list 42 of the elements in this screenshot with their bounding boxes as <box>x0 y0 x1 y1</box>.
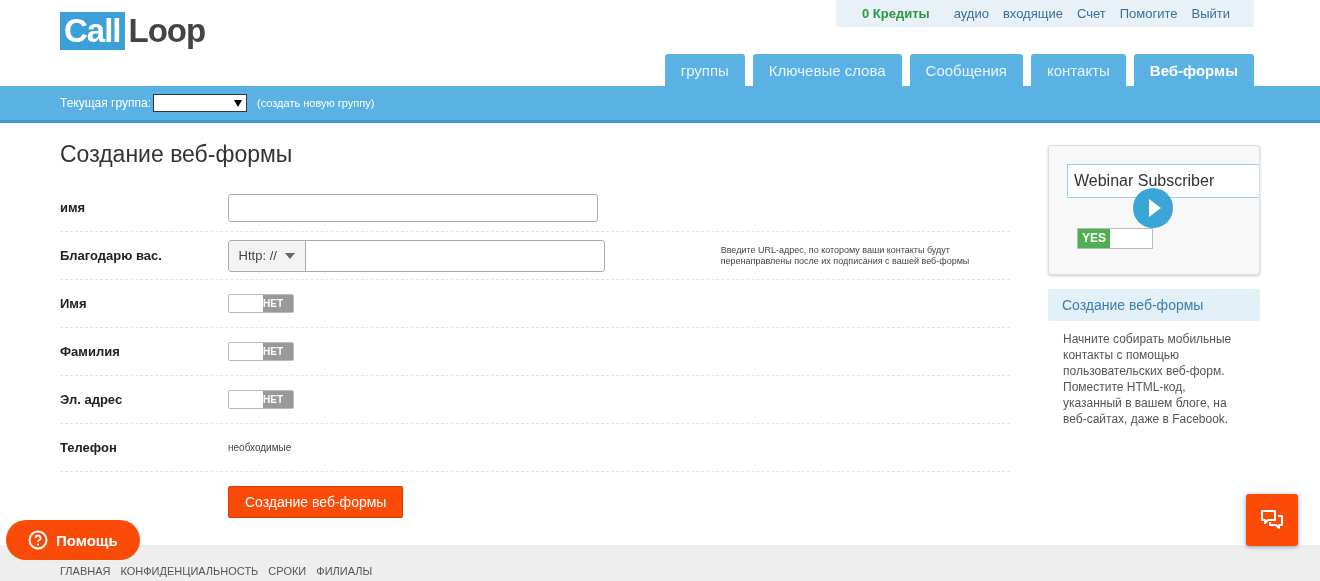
footer-link[interactable]: ГЛАВНАЯ <box>60 565 111 581</box>
create-form-button[interactable]: Создание веб-формы <box>228 486 404 518</box>
field-label: имя <box>60 200 87 215</box>
caret-icon <box>234 99 242 107</box>
account-link[interactable]: аудио <box>953 6 989 21</box>
nav-tab[interactable]: Веб-формы <box>1133 54 1254 86</box>
play-icon[interactable] <box>1133 188 1173 228</box>
sidebar-heading: Создание веб-формы <box>1048 289 1260 321</box>
help-button[interactable]: Помощь <box>6 520 140 560</box>
field-hint: Введите URL-адрес, по которому ваши контакты будут перенаправлены после их подписания с вашей веб-формы <box>720 244 971 267</box>
sample-toggle: YES <box>1077 228 1153 249</box>
account-link[interactable]: входящие <box>1002 6 1063 21</box>
field-label: Имя <box>60 296 88 311</box>
footer-link[interactable]: ФИЛИАЛЫ <box>316 565 373 581</box>
name-input[interactable] <box>228 193 598 222</box>
field-value: необходимые <box>228 442 292 453</box>
footer-link[interactable]: СРОКИ <box>268 565 307 581</box>
account-link[interactable]: Счет <box>1076 6 1106 21</box>
credits-link[interactable]: 0 Кредиты <box>862 6 930 21</box>
protocol-dropdown[interactable]: Http: // <box>228 240 306 271</box>
toggle-switch[interactable]: НЕТ <box>228 342 294 361</box>
group-select[interactable] <box>153 94 247 112</box>
url-field[interactable]: Http: // <box>227 239 605 272</box>
logo[interactable]: Call Loop <box>60 8 206 54</box>
chat-button[interactable] <box>1246 494 1298 546</box>
create-group-link[interactable]: (создать новую группу) <box>257 97 375 109</box>
video-card[interactable]: Webinar Subscriber YES <box>1048 145 1260 275</box>
account-link[interactable]: Выйти <box>1191 6 1230 21</box>
question-icon <box>28 530 48 550</box>
sidebar-text: Начните собирать мобильные контакты с помощью пользовательских веб-форм. Поместите HTML-код, указанный в вашем блоге, на веб-сайтах, даже в Facebook. <box>1062 331 1233 427</box>
footer-link[interactable]: КОНФИДЕНЦИАЛЬНОСТЬ <box>120 565 259 581</box>
page-title: Создание веб-формы <box>60 141 294 168</box>
account-link[interactable]: Помогите <box>1119 6 1178 21</box>
group-label: Текущая группа: <box>60 96 151 110</box>
sample-field: Webinar Subscriber <box>1067 164 1259 198</box>
field-label: Эл. адрес <box>60 392 124 407</box>
field-label: Телефон <box>60 440 118 455</box>
field-label: Благодарю вас. <box>60 248 163 263</box>
caret-icon <box>284 252 295 259</box>
toggle-switch[interactable]: НЕТ <box>228 390 294 409</box>
field-label: Фамилия <box>60 344 121 359</box>
toggle-switch[interactable]: НЕТ <box>228 294 294 313</box>
